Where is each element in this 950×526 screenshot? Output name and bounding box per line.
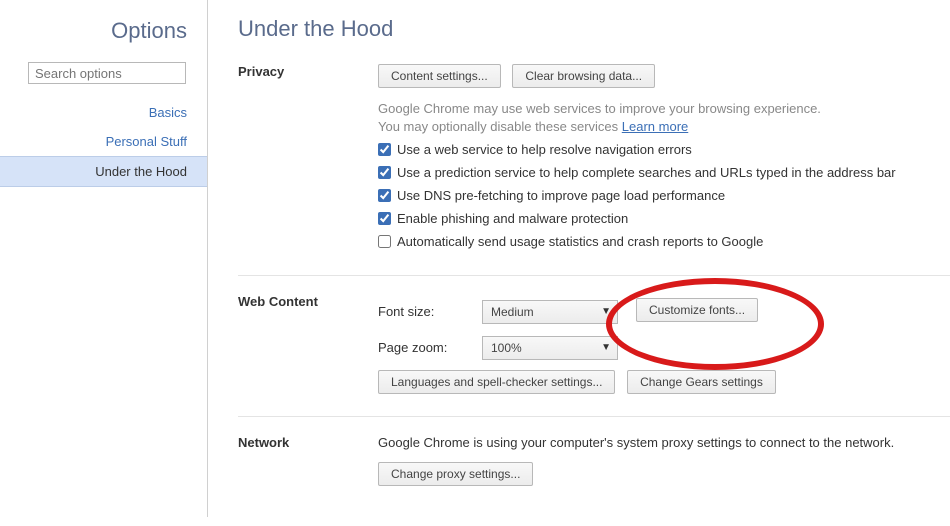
nav-under-the-hood[interactable]: Under the Hood	[0, 156, 207, 187]
web-content-heading: Web Content	[238, 294, 378, 398]
checkbox-usage-stats[interactable]: Automatically send usage statistics and …	[378, 234, 950, 251]
font-size-value: Medium	[491, 305, 534, 319]
checkbox-nav-errors-label: Use a web service to help resolve naviga…	[397, 142, 692, 159]
checkbox-usage-stats-input[interactable]	[378, 235, 391, 248]
learn-more-link[interactable]: Learn more	[622, 119, 688, 134]
customize-fonts-button[interactable]: Customize fonts...	[636, 298, 758, 322]
font-size-row: Font size: Medium ▼ Customize fonts...	[378, 298, 950, 326]
content-settings-button[interactable]: Content settings...	[378, 64, 501, 88]
checkbox-prediction[interactable]: Use a prediction service to help complet…	[378, 165, 950, 182]
checkbox-prediction-input[interactable]	[378, 166, 391, 179]
network-section: Network Google Chrome is using your comp…	[238, 435, 950, 508]
nav-basics[interactable]: Basics	[0, 98, 207, 127]
privacy-desc-line2: You may optionally disable these service…	[378, 119, 622, 134]
privacy-desc-line1: Google Chrome may use web services to im…	[378, 101, 821, 116]
network-content: Google Chrome is using your computer's s…	[378, 435, 950, 490]
checkbox-dns-prefetch-input[interactable]	[378, 189, 391, 202]
checkbox-usage-stats-label: Automatically send usage statistics and …	[397, 234, 763, 251]
checkbox-nav-errors-input[interactable]	[378, 143, 391, 156]
clear-browsing-button[interactable]: Clear browsing data...	[512, 64, 655, 88]
gears-button[interactable]: Change Gears settings	[627, 370, 776, 394]
page-zoom-row: Page zoom: 100% ▼	[378, 336, 950, 360]
font-size-dropdown[interactable]: Medium ▼	[482, 300, 618, 324]
checkbox-phishing-label: Enable phishing and malware protection	[397, 211, 628, 228]
chevron-down-icon: ▼	[601, 306, 611, 317]
privacy-heading: Privacy	[238, 64, 378, 257]
nav-personal-stuff[interactable]: Personal Stuff	[0, 127, 207, 156]
search-container	[28, 62, 186, 84]
page-zoom-dropdown[interactable]: 100% ▼	[482, 336, 618, 360]
checkbox-dns-prefetch[interactable]: Use DNS pre-fetching to improve page loa…	[378, 188, 950, 205]
privacy-content: Content settings... Clear browsing data.…	[378, 64, 950, 257]
languages-button[interactable]: Languages and spell-checker settings...	[378, 370, 615, 394]
sidebar: Options Basics Personal Stuff Under the …	[0, 0, 208, 517]
network-heading: Network	[238, 435, 378, 490]
web-content-buttons: Languages and spell-checker settings... …	[378, 370, 950, 398]
checkbox-dns-prefetch-label: Use DNS pre-fetching to improve page loa…	[397, 188, 725, 205]
page-zoom-value: 100%	[491, 341, 522, 355]
page-title: Under the Hood	[238, 16, 950, 42]
checkbox-prediction-label: Use a prediction service to help complet…	[397, 165, 896, 182]
sidebar-title: Options	[0, 0, 207, 62]
proxy-settings-button[interactable]: Change proxy settings...	[378, 462, 533, 486]
page-zoom-label: Page zoom:	[378, 340, 482, 355]
font-size-label: Font size:	[378, 304, 482, 319]
search-input[interactable]	[28, 62, 186, 84]
web-content-section: Web Content Font size: Medium ▼ Customiz…	[238, 294, 950, 417]
network-description: Google Chrome is using your computer's s…	[378, 435, 950, 450]
web-content-content: Font size: Medium ▼ Customize fonts... P…	[378, 294, 950, 398]
checkbox-phishing-input[interactable]	[378, 212, 391, 225]
privacy-description: Google Chrome may use web services to im…	[378, 100, 950, 136]
checkbox-nav-errors[interactable]: Use a web service to help resolve naviga…	[378, 142, 950, 159]
chevron-down-icon: ▼	[601, 342, 611, 353]
privacy-section: Privacy Content settings... Clear browsi…	[238, 64, 950, 276]
main-content: Under the Hood Privacy Content settings.…	[208, 0, 950, 526]
checkbox-phishing[interactable]: Enable phishing and malware protection	[378, 211, 950, 228]
